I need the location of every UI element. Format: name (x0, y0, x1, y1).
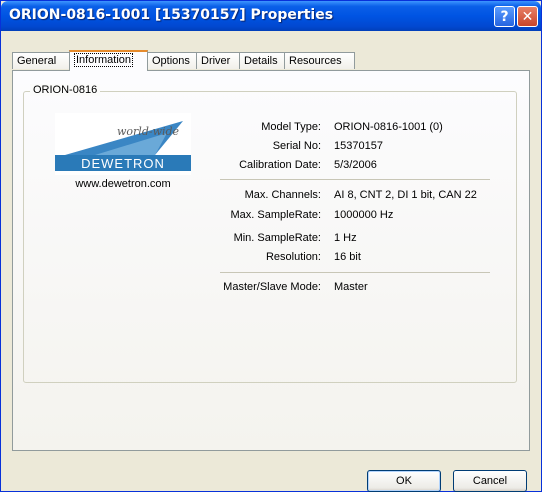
group-legend: ORION-0816 (30, 84, 101, 96)
label-max-samplerate: Max. SampleRate: (230, 209, 321, 221)
separator-1 (220, 179, 490, 180)
label-model-type: Model Type: (261, 121, 321, 133)
value-min-samplerate: 1 Hz (334, 232, 357, 244)
dewetron-logo: world-wide DEWETRON (55, 113, 191, 175)
tab-general[interactable]: General (12, 52, 70, 69)
value-serial-no: 15370157 (334, 140, 383, 152)
tab-information[interactable]: Information (69, 50, 148, 71)
close-button[interactable]: ✕ (517, 6, 538, 27)
cancel-button[interactable]: Cancel (453, 470, 527, 492)
logo-brand-text: DEWETRON (81, 156, 165, 171)
tab-resources[interactable]: Resources (284, 52, 355, 69)
label-resolution: Resolution: (265, 251, 321, 263)
label-calibration-date: Calibration Date: (239, 159, 321, 171)
value-master-slave-mode: Master (334, 281, 368, 293)
tab-options[interactable]: Options (147, 52, 197, 69)
logo-url: www.dewetron.com (75, 178, 171, 190)
value-resolution: 16 bit (334, 251, 361, 263)
dewetron-logo-graphic: world-wide DEWETRON (55, 121, 191, 171)
ok-button[interactable]: OK (367, 470, 441, 492)
label-max-channels: Max. Channels: (244, 189, 321, 201)
tab-details[interactable]: Details (239, 52, 285, 69)
title-bar[interactable]: ORION-0816-1001 [15370157] Properties ? … (1, 1, 541, 31)
properties-window: ORION-0816-1001 [15370157] Properties ? … (0, 0, 542, 492)
value-calibration-date: 5/3/2006 (334, 159, 377, 171)
window-title: ORION-0816-1001 [15370157] Properties (9, 7, 334, 23)
tab-information-label: Information (74, 53, 134, 67)
value-model-type: ORION-0816-1001 (0) (334, 121, 443, 133)
label-serial-no: Serial No: (272, 140, 321, 152)
help-button[interactable]: ? (494, 6, 515, 27)
label-min-samplerate: Min. SampleRate: (233, 232, 321, 244)
value-max-channels: AI 8, CNT 2, DI 1 bit, CAN 22 (334, 189, 477, 201)
separator-2 (220, 272, 490, 273)
logo-script-text: world-wide (117, 125, 180, 138)
label-master-slave-mode: Master/Slave Mode: (223, 281, 321, 293)
value-max-samplerate: 1000000 Hz (334, 209, 394, 221)
tab-driver[interactable]: Driver (196, 52, 240, 69)
